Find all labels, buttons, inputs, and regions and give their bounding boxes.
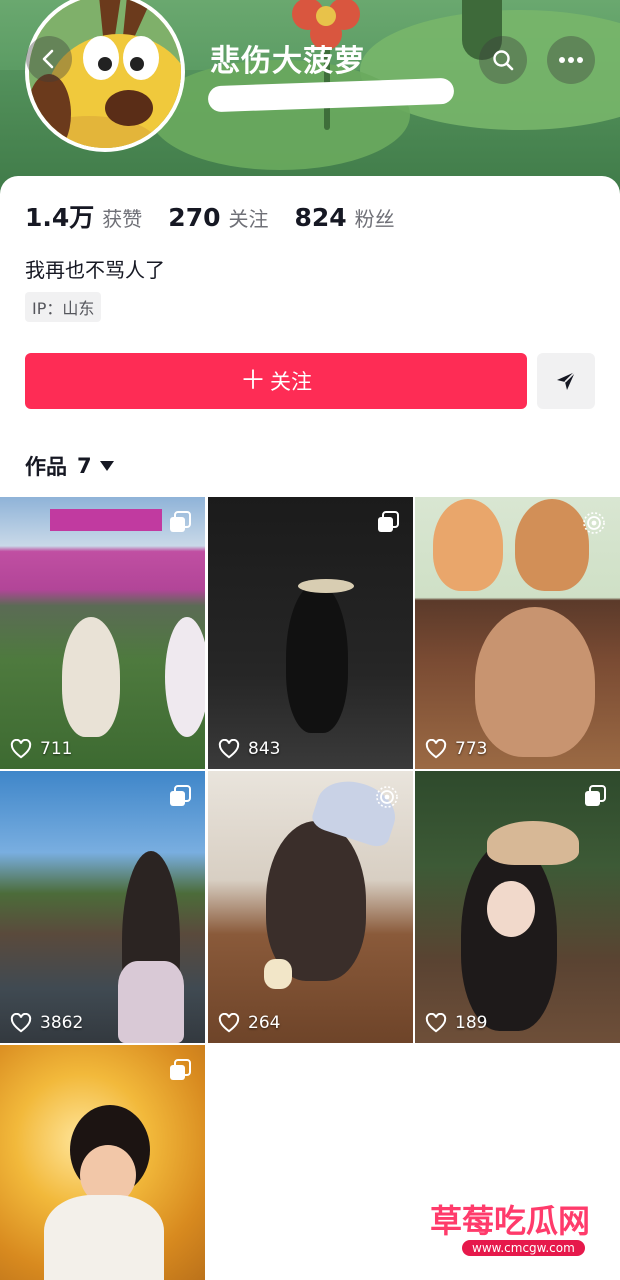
stat-followers[interactable]: 824 粉丝 <box>294 203 394 232</box>
multi-image-icon <box>378 511 399 532</box>
work-tile[interactable]: 843 <box>208 497 413 769</box>
umbrella-shape <box>165 617 205 737</box>
like-count-value: 843 <box>248 739 281 759</box>
heart-icon <box>425 1013 447 1033</box>
person-silhouette <box>62 617 120 737</box>
works-count: 7 <box>77 454 92 478</box>
more-options-button[interactable] <box>547 36 595 84</box>
paper-plane-icon <box>557 371 576 390</box>
stat-following[interactable]: 270 关注 <box>168 203 268 232</box>
person-silhouette <box>266 821 366 981</box>
ip-location-tag: IP：山东 <box>25 292 102 322</box>
person-silhouette <box>286 583 348 733</box>
follow-button[interactable]: ＋ 关注 <box>25 353 527 409</box>
like-count-value: 264 <box>248 1013 281 1033</box>
tab-works[interactable]: 作品 7 <box>25 451 114 481</box>
cap-shape <box>487 821 579 865</box>
like-count: 843 <box>218 739 280 759</box>
followers-count: 824 <box>294 203 347 232</box>
watermark-title: 草莓吃瓜网 <box>430 1202 591 1240</box>
like-count: 189 <box>425 1013 487 1033</box>
stats-row: 1.4万 获赞 270 关注 824 粉丝 <box>25 198 421 234</box>
stage-banner-shape <box>50 509 162 531</box>
heart-icon <box>425 739 447 759</box>
work-tile[interactable]: 773 <box>415 497 620 769</box>
stat-likes[interactable]: 1.4万 获赞 <box>25 198 142 234</box>
more-dots-icon <box>559 57 583 63</box>
like-count: 264 <box>218 1013 280 1033</box>
work-tile[interactable] <box>0 1045 205 1280</box>
like-count: 711 <box>10 739 72 759</box>
heart-icon <box>218 1013 240 1033</box>
send-message-button[interactable] <box>537 353 595 409</box>
cup-shape <box>264 959 292 989</box>
profile-info-panel: 1.4万 获赞 270 关注 824 粉丝 我再也不骂人了 IP：山东 ＋ 关注… <box>0 176 620 496</box>
search-button[interactable] <box>479 36 527 84</box>
back-button[interactable] <box>26 36 72 82</box>
chevron-left-icon <box>42 49 54 69</box>
caret-down-icon <box>99 461 114 471</box>
plus-icon: ＋ <box>239 366 266 396</box>
multi-image-icon <box>170 511 191 532</box>
work-tile[interactable]: 711 <box>0 497 205 769</box>
cartoon-face-shape <box>433 499 503 591</box>
heart-icon <box>10 1013 32 1033</box>
live-photo-icon <box>583 512 605 534</box>
profile-nickname: 悲伤大菠萝 <box>210 44 365 79</box>
like-count-value: 773 <box>455 739 488 759</box>
follow-button-label: 关注 <box>270 370 312 394</box>
like-count-value: 189 <box>455 1013 488 1033</box>
heart-icon <box>218 739 240 759</box>
work-tile[interactable]: 189 <box>415 771 620 1043</box>
person-silhouette <box>475 607 595 757</box>
dress-shape <box>118 961 184 1043</box>
like-count-value: 711 <box>40 739 73 759</box>
face-shape <box>487 881 535 937</box>
like-count: 773 <box>425 739 487 759</box>
work-tile[interactable]: 264 <box>208 771 413 1043</box>
straw-hat-shape <box>298 579 354 593</box>
live-photo-icon <box>376 786 398 808</box>
work-tile[interactable]: 3862 <box>0 771 205 1043</box>
search-icon <box>493 50 514 71</box>
works-tab-label: 作品 <box>25 455 67 479</box>
multi-image-icon <box>170 1059 191 1080</box>
watermark-url: www.cmcgw.com <box>462 1240 585 1256</box>
like-count-value: 3862 <box>40 1013 84 1033</box>
following-count: 270 <box>168 203 221 232</box>
likes-label: 获赞 <box>102 207 143 231</box>
heart-icon <box>10 739 32 759</box>
like-count: 3862 <box>10 1013 83 1033</box>
followers-label: 粉丝 <box>354 207 395 231</box>
cartoon-face-shape <box>515 499 589 591</box>
multi-image-icon <box>585 785 606 806</box>
shirt-shape <box>44 1195 164 1280</box>
following-label: 关注 <box>228 207 269 231</box>
profile-bio: 我再也不骂人了 <box>25 258 165 282</box>
multi-image-icon <box>170 785 191 806</box>
likes-count: 1.4万 <box>25 203 95 232</box>
